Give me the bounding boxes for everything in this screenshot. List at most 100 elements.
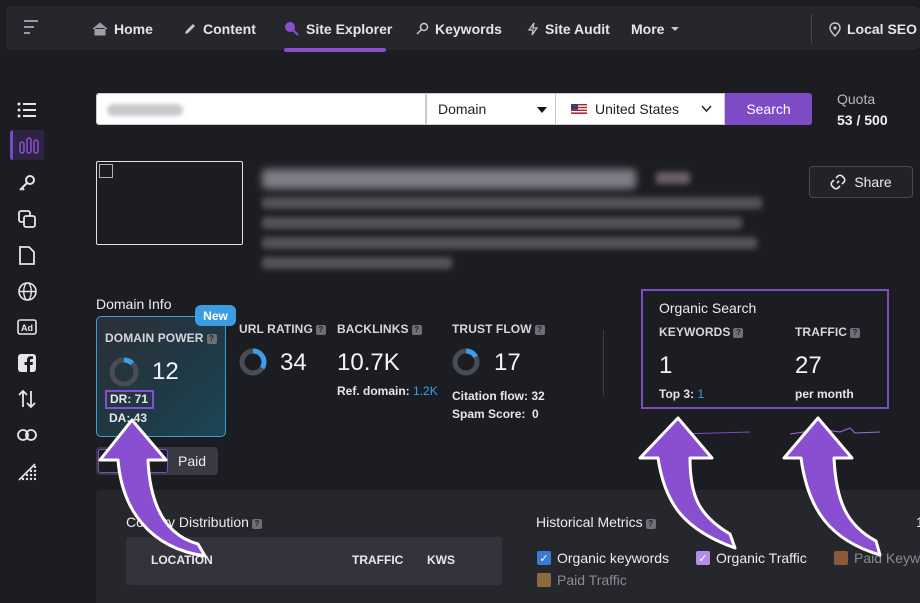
country-distribution-title: Country Distribution? — [126, 514, 262, 530]
domain-power-label: DOMAIN POWER? — [105, 331, 217, 345]
trust-flow-value: 17 — [494, 349, 521, 376]
legend-paid-keywords[interactable]: Paid Keyw — [834, 550, 920, 566]
facebook-icon[interactable] — [10, 348, 44, 378]
ref-domain-link[interactable]: 1.2K — [413, 384, 438, 398]
help-icon[interactable]: ? — [645, 519, 656, 529]
legend-paid-traffic[interactable]: Paid Traffic — [537, 572, 627, 588]
legend-organic-keywords[interactable]: ✓ Organic keywords — [537, 550, 669, 566]
legend-organic-traffic[interactable]: ✓ Organic Traffic — [696, 550, 807, 566]
dots-chart-icon[interactable] — [10, 456, 44, 486]
help-icon[interactable]: ? — [411, 325, 422, 335]
column-location[interactable]: LOCATION — [151, 553, 213, 567]
legend-label: Organic keywords — [557, 550, 670, 566]
nav-local-seo[interactable]: Local SEO — [829, 20, 917, 38]
nav-local-seo-label: Local SEO — [847, 21, 918, 37]
top3-label: Top 3: — [659, 387, 695, 401]
ad-icon[interactable]: Ad — [10, 312, 44, 342]
country-value: United States — [595, 101, 680, 117]
domain-power-gauge — [109, 357, 139, 387]
home-icon — [92, 22, 108, 36]
copy-icon[interactable] — [10, 204, 44, 234]
search-mode-value: Domain — [438, 101, 487, 117]
menu-toggle-icon[interactable] — [24, 20, 40, 38]
keywords-label-text: KEYWORDS — [659, 325, 731, 339]
search-button[interactable]: Search — [725, 93, 812, 125]
document-icon[interactable] — [10, 240, 44, 270]
broken-image-icon — [99, 164, 113, 178]
url-rating-label-text: URL RATING — [239, 322, 313, 336]
traffic-label-text: TRAFFIC — [795, 325, 848, 339]
list-icon[interactable] — [10, 95, 44, 125]
help-icon[interactable]: ? — [733, 328, 744, 338]
checkbox-checked-icon[interactable]: ✓ — [537, 551, 551, 565]
domain-power-value: 12 — [152, 358, 179, 385]
column-kws[interactable]: KWS — [427, 553, 455, 567]
domain-info-title: Domain Info — [96, 296, 172, 312]
nav-active-indicator — [284, 48, 386, 52]
share-button[interactable]: Share — [809, 166, 913, 198]
ref-domain-label: Ref. domain: — [337, 384, 410, 398]
trust-flow-label-text: TRUST FLOW — [452, 322, 532, 336]
nav-keywords[interactable]: Keywords — [415, 20, 502, 38]
globe-icon[interactable] — [10, 276, 44, 306]
country-distribution-title-text: Country Distribution — [126, 514, 249, 530]
dr-value: DR: 71 — [105, 390, 154, 409]
nav-site-explorer[interactable]: Site Explorer — [284, 20, 392, 38]
paid-toggle-option[interactable]: Paid — [178, 453, 206, 469]
search-mode-select[interactable]: Domain — [426, 93, 556, 125]
help-icon[interactable]: ? — [315, 325, 326, 335]
traffic-sub: per month — [795, 387, 854, 401]
nav-site-audit[interactable]: Site Audit — [527, 20, 610, 38]
organic-search-title: Organic Search — [659, 300, 757, 316]
key-icon[interactable] — [10, 168, 44, 198]
domain-search-input[interactable] — [96, 93, 426, 125]
column-traffic[interactable]: TRAFFIC — [352, 553, 403, 567]
site-thumbnail — [96, 161, 243, 245]
telescope-icon — [285, 22, 299, 36]
checkbox-unchecked-icon[interactable] — [834, 551, 848, 565]
share-label: Share — [854, 174, 892, 190]
bolt-icon — [527, 22, 539, 36]
redacted-site-title — [262, 169, 636, 189]
redacted-country-flag — [656, 172, 690, 184]
nav-content-label: Content — [203, 21, 256, 37]
checkbox-checked-icon[interactable]: ✓ — [696, 551, 710, 565]
help-icon[interactable]: ? — [534, 325, 545, 335]
citation-flow: Citation flow: 32 — [452, 389, 545, 403]
help-icon[interactable]: ? — [850, 328, 861, 338]
organic-paid-toggle[interactable]: Paid — [96, 447, 218, 475]
top3-link[interactable]: 1 — [697, 387, 704, 401]
redacted-description-line — [262, 217, 742, 229]
top3: Top 3: 1 — [659, 387, 704, 401]
redacted-description-line — [262, 237, 757, 249]
historical-metrics-title: Historical Metrics? — [536, 514, 656, 530]
caret-down-icon — [537, 107, 547, 113]
nav-more-label: More — [631, 21, 665, 37]
help-icon[interactable]: ? — [251, 519, 262, 529]
sort-arrows-icon[interactable] — [10, 384, 44, 414]
link-icon[interactable] — [10, 420, 44, 450]
nav-content[interactable]: Content — [183, 20, 256, 38]
nav-more[interactable]: More — [631, 20, 680, 38]
traffic-label: TRAFFIC? — [795, 325, 861, 339]
trust-flow-label: TRUST FLOW? — [452, 322, 545, 336]
checkbox-unchecked-icon[interactable] — [537, 573, 551, 587]
url-rating-gauge — [239, 348, 267, 376]
location-pin-icon — [829, 21, 841, 37]
da-value: DA: 43 — [109, 411, 148, 425]
sparkline-fragments — [679, 422, 881, 435]
bar-chart-icon[interactable] — [10, 130, 44, 160]
organic-toggle-option[interactable] — [98, 449, 168, 473]
legend-label: Organic Traffic — [716, 550, 807, 566]
nav-home-label: Home — [114, 21, 153, 37]
nav-site-audit-label: Site Audit — [545, 21, 610, 37]
traffic-value: 27 — [795, 352, 822, 379]
nav-site-explorer-label: Site Explorer — [306, 21, 393, 37]
redacted-description-line — [262, 257, 452, 269]
help-icon[interactable]: ? — [206, 334, 217, 344]
nav-home[interactable]: Home — [92, 20, 153, 38]
quota-value: 53 / 500 — [837, 112, 888, 128]
country-select[interactable]: United States — [555, 93, 725, 125]
legend-label: Paid Keyw — [854, 550, 920, 566]
nav-divider — [811, 14, 812, 44]
